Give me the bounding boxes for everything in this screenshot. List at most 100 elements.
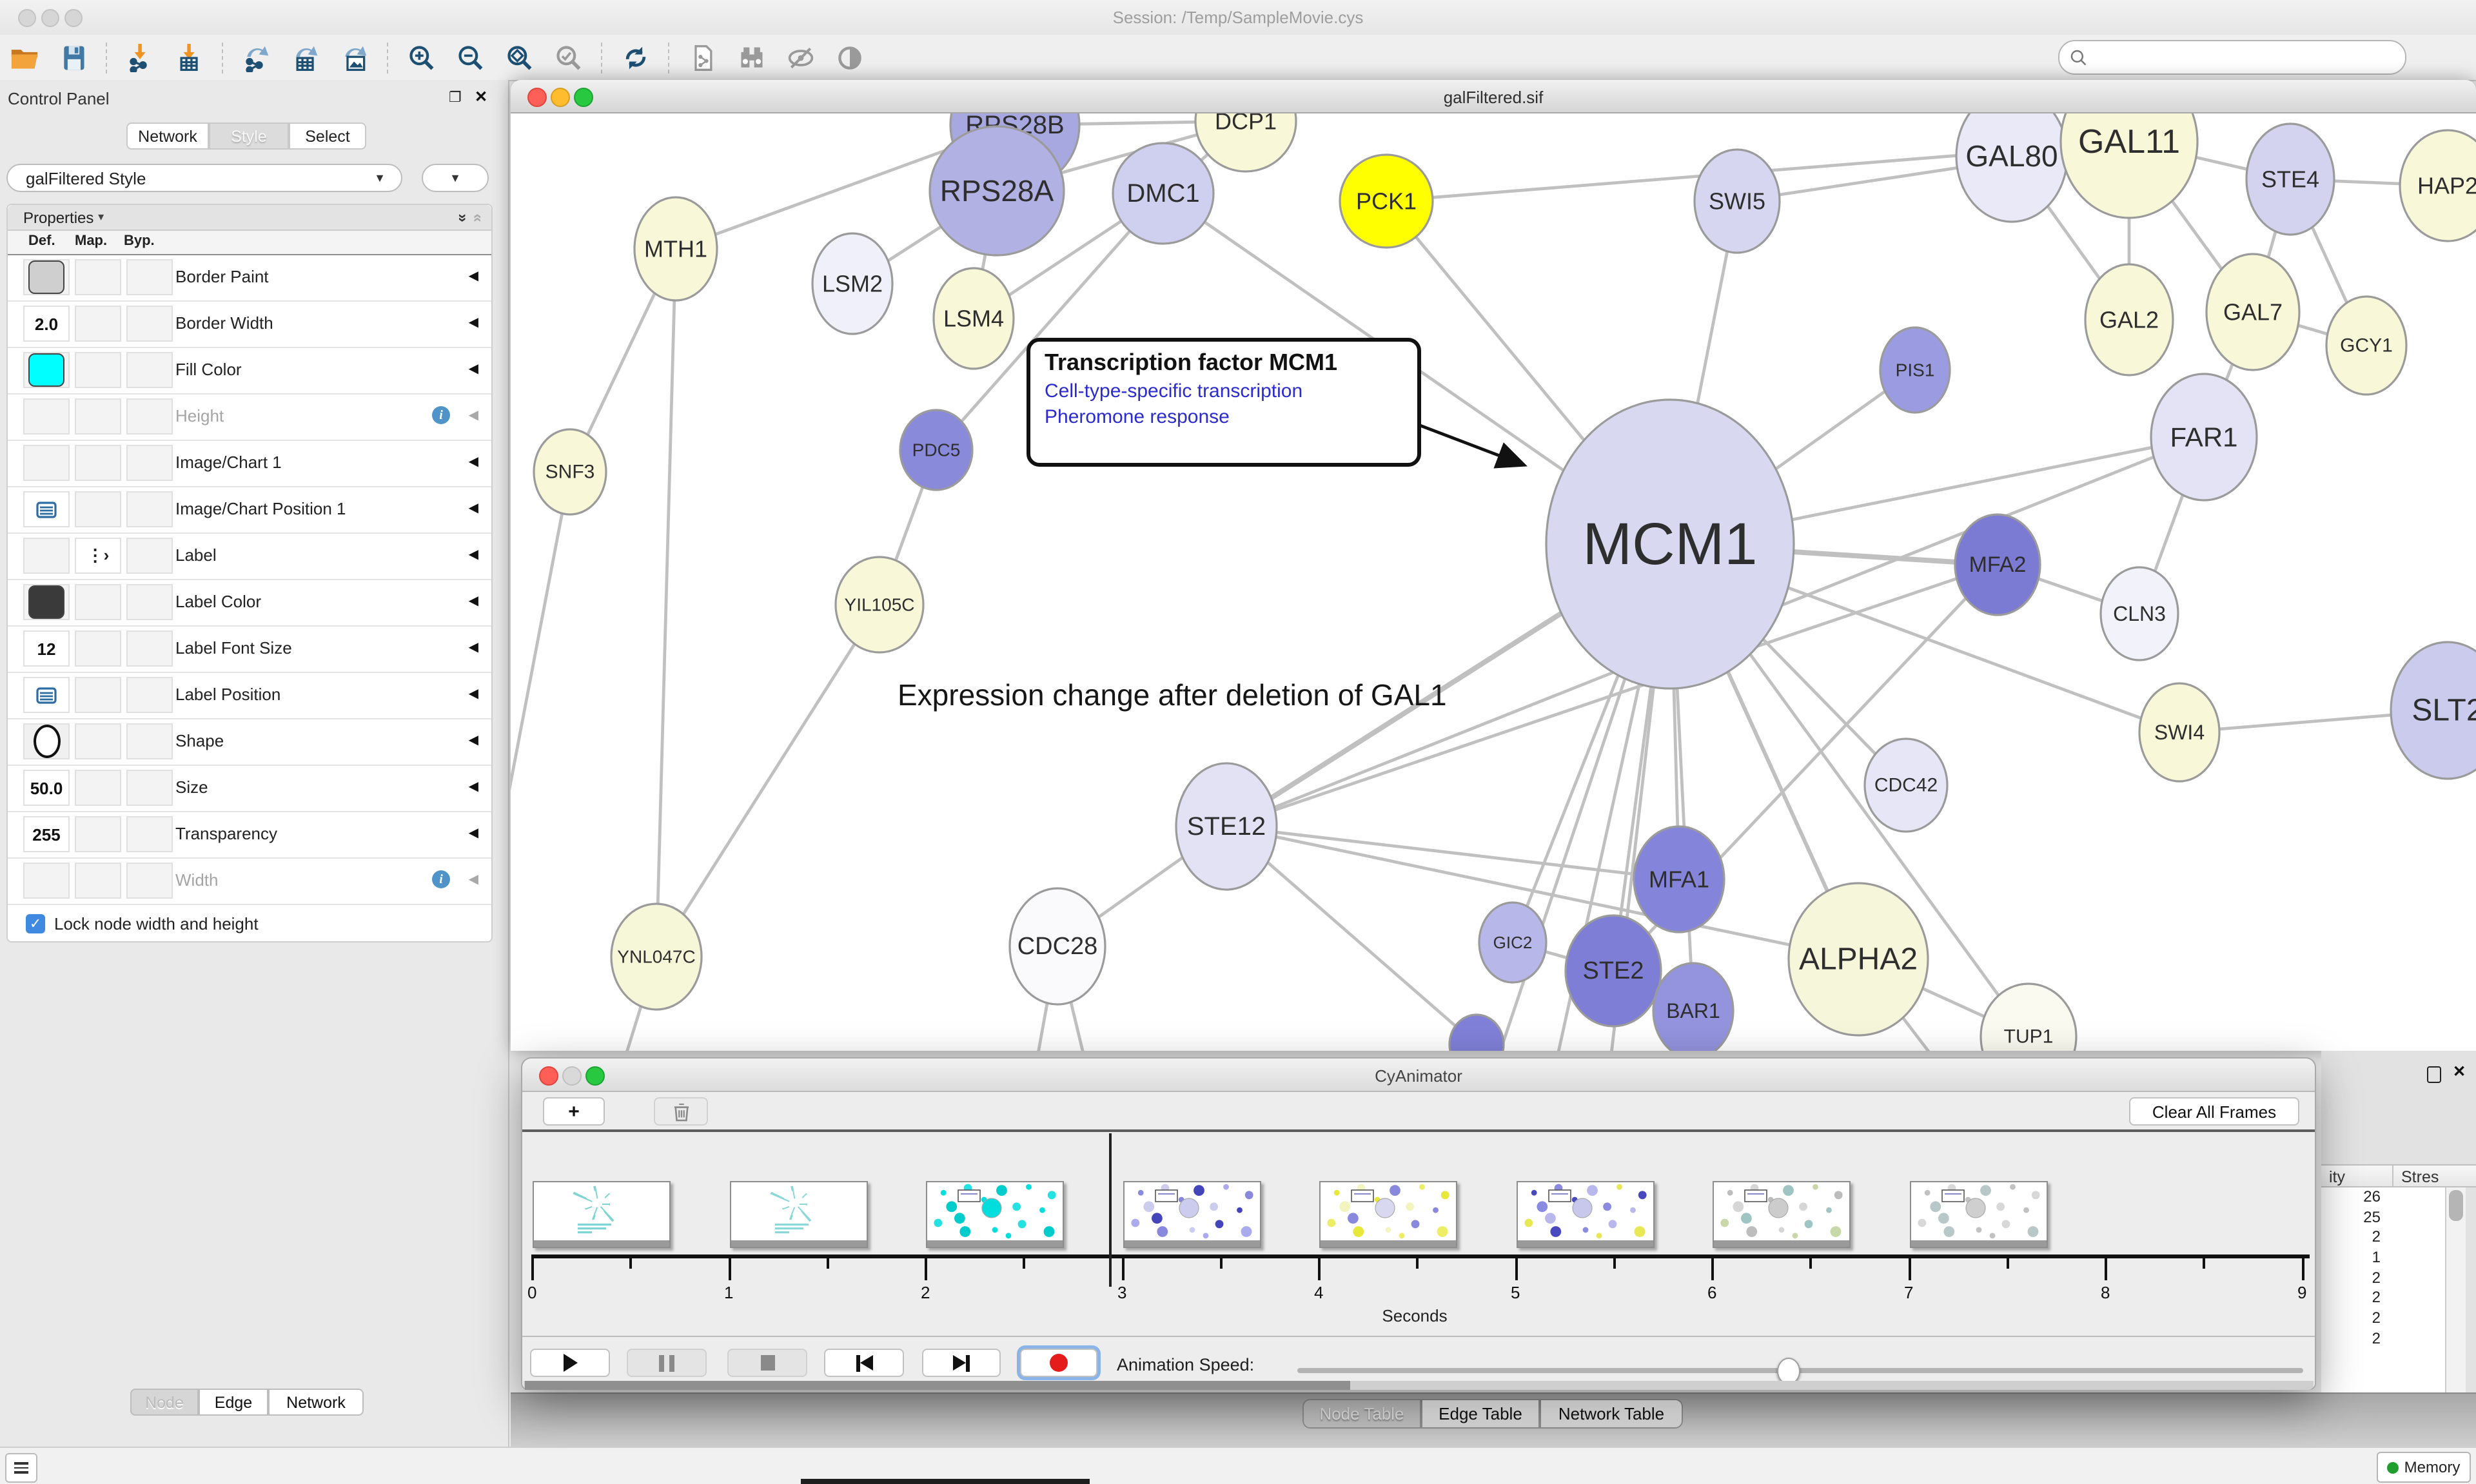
toggle-view-icon[interactable] (834, 42, 865, 73)
timeline[interactable]: 0123456789 Seconds (522, 1132, 2315, 1336)
animation-speed-slider[interactable] (1297, 1368, 2303, 1373)
frame-thumbnail-1[interactable] (729, 1181, 867, 1248)
node-CDC42[interactable]: CDC42 (1865, 739, 1947, 832)
pause-button[interactable] (627, 1349, 707, 1377)
hide-selected-icon[interactable] (785, 42, 816, 73)
table-row[interactable]: 26 (2321, 1187, 2445, 1207)
tab-network[interactable]: Network (126, 122, 209, 150)
table-scrollbar[interactable] (2445, 1187, 2466, 1392)
close-panel-icon[interactable]: ✕ (2453, 1062, 2466, 1080)
annotation-link[interactable]: Cell-type-specific transcription (1045, 380, 1403, 402)
tab-edge-table[interactable]: Edge Table (1421, 1399, 1540, 1429)
close-panel-icon[interactable]: ✕ (475, 88, 487, 106)
add-frame-button[interactable]: + (543, 1097, 605, 1126)
memory-button[interactable]: Memory (2377, 1452, 2471, 1483)
node-MTH1[interactable]: MTH1 (634, 197, 717, 300)
node-GAL7[interactable]: GAL7 (2206, 254, 2299, 370)
frame-thumbnail-6[interactable] (1713, 1181, 1851, 1248)
node-FAR1[interactable]: FAR1 (2151, 374, 2257, 500)
node-NODE-B[interactable] (1449, 1015, 1504, 1051)
node-CLN3[interactable]: CLN3 (2101, 567, 2178, 660)
node-GAL80[interactable]: GAL80 (1956, 113, 2067, 222)
tab-node-table[interactable]: Node Table (1302, 1399, 1421, 1429)
import-network-icon[interactable] (125, 42, 156, 73)
property-row-border-paint[interactable]: Border Paint◀ (8, 255, 491, 302)
table-row[interactable]: 2 (2321, 1269, 2445, 1289)
table-row[interactable]: 2 (2321, 1329, 2445, 1349)
node-DMC1[interactable]: DMC1 (1113, 143, 1213, 244)
frame-thumbnail-7[interactable] (1909, 1181, 2047, 1248)
timeline-scrollbar[interactable] (524, 1381, 2314, 1390)
export-network-icon[interactable] (241, 42, 272, 73)
node-CDC28[interactable]: CDC28 (1010, 888, 1105, 1004)
node-MCM1[interactable]: MCM1 (1546, 400, 1794, 688)
node-STE4[interactable]: STE4 (2246, 124, 2334, 235)
tab-style[interactable]: Style (209, 122, 289, 150)
annotation-box[interactable]: Transcription factor MCM1 Cell-type-spec… (1027, 338, 1421, 467)
node-GCY1[interactable]: GCY1 (2326, 297, 2406, 395)
panel-tab-network[interactable]: Network (268, 1389, 364, 1416)
search-network-icon[interactable] (736, 42, 767, 73)
zoom-selected-icon[interactable] (553, 42, 584, 73)
table-row[interactable]: 25 (2321, 1207, 2445, 1227)
open-session-icon[interactable] (9, 42, 40, 73)
node-SLT2[interactable]: SLT2 (2391, 642, 2476, 779)
node-LSM4[interactable]: LSM4 (934, 268, 1014, 369)
edge-SNF3-p340,900[interactable] (511, 472, 570, 1051)
zoom-in-icon[interactable] (406, 42, 437, 73)
annotation-text[interactable]: Expression change after deletion of GAL1 (898, 678, 1723, 713)
edge-MTH1-YNL047C[interactable] (656, 249, 676, 957)
node-SNF3[interactable]: SNF3 (534, 429, 606, 514)
node-DCP1[interactable]: DCP1 (1195, 113, 1296, 171)
zoom-fit-icon[interactable] (504, 42, 535, 73)
node-PIS1[interactable]: PIS1 (1880, 327, 1950, 413)
frame-thumbnail-5[interactable] (1516, 1181, 1654, 1248)
tab-network-table[interactable]: Network Table (1540, 1399, 1683, 1429)
node-SWI5[interactable]: SWI5 (1695, 150, 1780, 253)
edge-YIL105C-YNL047C[interactable] (656, 605, 879, 957)
collapse-all-icon[interactable]: » (467, 213, 486, 221)
annotation-link[interactable]: Pheromone response (1045, 406, 1403, 428)
property-row-label-color[interactable]: Label Color◀ (8, 580, 491, 627)
task-history-button[interactable] (5, 1453, 37, 1483)
frame-thumbnail-3[interactable] (1123, 1181, 1261, 1248)
table-row[interactable]: 1 (2321, 1248, 2445, 1268)
frame-thumbnail-4[interactable] (1319, 1181, 1457, 1248)
network-file-icon[interactable] (687, 42, 718, 73)
node-MFA1[interactable]: MFA1 (1634, 826, 1724, 932)
properties-header[interactable]: Properties ▾ »» (8, 205, 491, 231)
save-session-icon[interactable] (58, 42, 89, 73)
property-row-label[interactable]: ⋮›Label◀ (8, 534, 491, 580)
edge-STE12-MFA1[interactable] (1226, 826, 1679, 879)
cyanimator-titlebar[interactable]: CyAnimator (522, 1059, 2315, 1092)
node-ALPHA2[interactable]: ALPHA2 (1789, 883, 1928, 1035)
node-GAL11[interactable]: GAL11 (2061, 113, 2197, 218)
node-PCK1[interactable]: PCK1 (1340, 155, 1433, 248)
property-row-width[interactable]: Widthi◀ (8, 859, 491, 905)
search-input[interactable] (2094, 47, 2405, 68)
property-row-image-chart-1[interactable]: Image/Chart 1◀ (8, 441, 491, 487)
node-YNL047C[interactable]: YNL047C (611, 904, 702, 1010)
panel-tab-edge[interactable]: Edge (199, 1389, 268, 1416)
record-button[interactable] (1020, 1349, 1097, 1377)
float-panel-icon[interactable]: ❐ (449, 89, 462, 106)
refresh-layout-icon[interactable] (620, 42, 651, 73)
skip-to-start-button[interactable] (824, 1349, 904, 1377)
property-row-height[interactable]: Heighti◀ (8, 395, 491, 441)
node-BAR1[interactable]: BAR1 (1653, 963, 1733, 1051)
network-canvas[interactable]: RPS28BDCP1RPS28ADMC1PCK1MTH1LSM2LSM4SNF3… (511, 113, 2476, 1051)
property-row-fill-color[interactable]: Fill Color◀ (8, 348, 491, 395)
property-row-label-position[interactable]: Label Position◀ (8, 673, 491, 719)
node-LSM2[interactable]: LSM2 (812, 233, 892, 334)
tab-select[interactable]: Select (289, 122, 366, 150)
node-RPS28A[interactable]: RPS28A (930, 126, 1064, 255)
table-row[interactable]: 2 (2321, 1309, 2445, 1329)
playhead[interactable] (1110, 1133, 1112, 1287)
search-box[interactable] (2058, 40, 2406, 75)
float-panel-icon[interactable] (2427, 1066, 2441, 1083)
node-TUP1[interactable]: TUP1 (1981, 984, 2076, 1051)
node-GIC2[interactable]: GIC2 (1479, 903, 1546, 982)
play-button[interactable] (530, 1349, 610, 1377)
zoom-out-icon[interactable] (455, 42, 486, 73)
property-row-size[interactable]: 50.0Size◀ (8, 766, 491, 812)
